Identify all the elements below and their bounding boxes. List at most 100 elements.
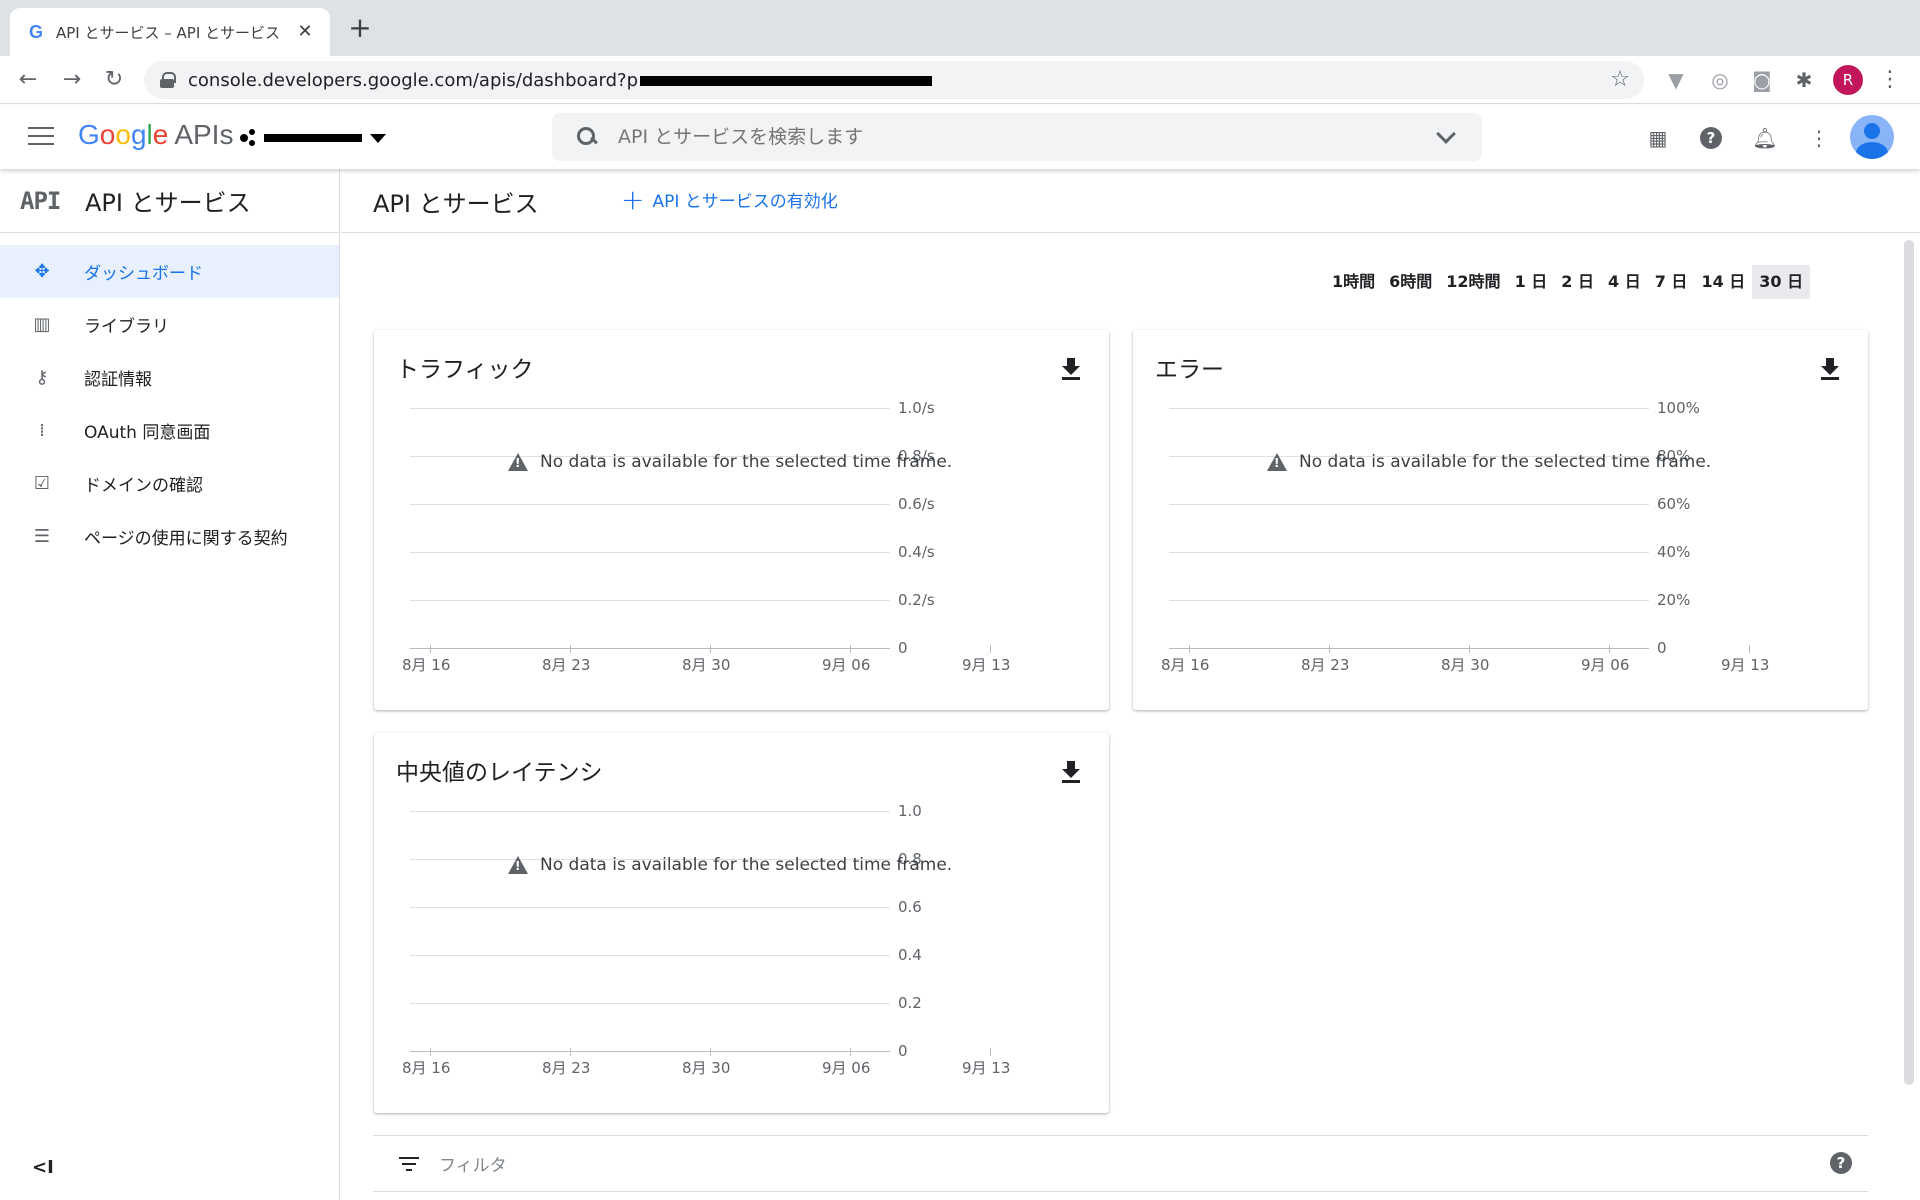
back-icon[interactable]: ← bbox=[14, 66, 42, 94]
time-range-selector: 1時間 6時間 12時間 1 日 2 日 4 日 7 日 14 日 30 日 bbox=[1325, 265, 1811, 299]
add-icon: + bbox=[621, 182, 645, 216]
sidebar-item-domain-verification[interactable]: ☑ ドメインの確認 bbox=[0, 457, 339, 510]
range-14d[interactable]: 14 日 bbox=[1694, 265, 1752, 299]
range-6h[interactable]: 6時間 bbox=[1382, 265, 1439, 299]
x-tick-mark bbox=[1189, 645, 1190, 653]
gridline bbox=[1169, 408, 1649, 409]
sidebar-item-credentials[interactable]: ⚷ 認証情報 bbox=[0, 351, 339, 404]
download-icon[interactable] bbox=[1820, 358, 1840, 380]
range-12h[interactable]: 12時間 bbox=[1439, 265, 1507, 299]
y-tick-label: 1.0 bbox=[898, 802, 922, 820]
api-search-bar[interactable] bbox=[552, 113, 1482, 161]
x-tick-mark bbox=[570, 645, 571, 653]
sidebar-title: API とサービス bbox=[85, 189, 251, 217]
camera-extension-icon[interactable]: ◎ bbox=[1708, 68, 1732, 92]
range-1h[interactable]: 1時間 bbox=[1325, 265, 1382, 299]
x-tick-label: 8月 16 bbox=[402, 656, 451, 674]
range-7d[interactable]: 7 日 bbox=[1648, 265, 1695, 299]
sidebar-nav: ✥ ダッシュボード ▥ ライブラリ ⚷ 認証情報 ⁞ OAuth 同意画面 ☑ … bbox=[0, 245, 339, 563]
screenshot-icon[interactable]: ◙ bbox=[1750, 68, 1774, 92]
warning-icon bbox=[508, 453, 528, 471]
lock-icon bbox=[160, 72, 176, 88]
search-icon bbox=[576, 126, 598, 148]
sidebar-item-label: 認証情報 bbox=[84, 370, 152, 390]
collapse-sidebar-icon[interactable]: <I bbox=[32, 1157, 54, 1178]
dashboard-icon: ✥ bbox=[34, 260, 50, 282]
x-tick-mark bbox=[1329, 645, 1330, 653]
tab-title: API とサービス – API とサービス bbox=[56, 23, 281, 42]
filter-bar[interactable]: フィルタ ? bbox=[373, 1135, 1868, 1192]
page-scrollbar[interactable] bbox=[1904, 240, 1914, 1085]
settings-list-icon: ☰ bbox=[33, 525, 51, 547]
extensions-puzzle-icon[interactable]: ✱ bbox=[1792, 68, 1816, 92]
x-tick-mark bbox=[990, 1048, 991, 1056]
sidebar-item-label: ページの使用に関する契約 bbox=[84, 529, 288, 549]
x-tick-mark bbox=[710, 1048, 711, 1056]
sidebar-item-label: ドメインの確認 bbox=[84, 476, 203, 496]
sidebar-item-dashboard[interactable]: ✥ ダッシュボード bbox=[0, 245, 339, 298]
range-30d[interactable]: 30 日 bbox=[1752, 265, 1811, 299]
browser-tab[interactable]: G API とサービス – API とサービス ✕ bbox=[10, 8, 330, 56]
help-icon[interactable]: ? bbox=[1830, 1152, 1852, 1174]
library-icon: ▥ bbox=[33, 313, 51, 335]
y-tick-label: 0.2/s bbox=[898, 591, 935, 609]
y-tick-label: 60% bbox=[1657, 495, 1691, 513]
x-tick-mark bbox=[570, 1048, 571, 1056]
sidebar-item-oauth-consent[interactable]: ⁞ OAuth 同意画面 bbox=[0, 404, 339, 457]
range-2d[interactable]: 2 日 bbox=[1554, 265, 1601, 299]
google-apis-logo[interactable]: Google APIs bbox=[78, 119, 233, 151]
gridline bbox=[410, 600, 890, 601]
range-4d[interactable]: 4 日 bbox=[1601, 265, 1648, 299]
download-icon[interactable] bbox=[1061, 358, 1081, 380]
y-tick-label: 40% bbox=[1657, 543, 1691, 561]
gridline bbox=[410, 1003, 890, 1004]
account-avatar[interactable] bbox=[1850, 115, 1894, 159]
sidebar-item-page-usage-agreements[interactable]: ☰ ページの使用に関する契約 bbox=[0, 510, 339, 563]
errors-chart-card: エラー 100% 80% 60% 40% 20% 0 8月 16 8月 23 8月 30 9月 0… bbox=[1133, 330, 1868, 710]
more-vert-icon[interactable]: ⋮ bbox=[1806, 125, 1832, 151]
browser-menu-icon[interactable]: ⋮ bbox=[1878, 65, 1902, 95]
bookmark-star-icon[interactable]: ☆ bbox=[1610, 67, 1630, 92]
x-tick-label: 8月 16 bbox=[402, 1059, 451, 1077]
sidebar-header: API API とサービス bbox=[0, 169, 339, 233]
reload-icon[interactable]: ↻ bbox=[100, 66, 128, 94]
x-tick-label: 8月 30 bbox=[682, 1059, 731, 1077]
no-data-message: No data is available for the selected ti… bbox=[1267, 452, 1711, 472]
forward-icon[interactable]: → bbox=[58, 66, 86, 94]
project-picker[interactable] bbox=[240, 125, 390, 151]
browser-tabstrip: G API とサービス – API とサービス ✕ + bbox=[0, 0, 1920, 56]
gridline bbox=[1169, 600, 1649, 601]
browser-toolbar: ← → ↻ console.developers.google.com/apis… bbox=[0, 56, 1920, 104]
x-tick-label: 8月 23 bbox=[1301, 656, 1350, 674]
chart-title: トラフィック bbox=[396, 357, 534, 383]
chevron-down-icon[interactable] bbox=[1434, 125, 1458, 149]
x-tick-mark bbox=[710, 645, 711, 653]
gridline bbox=[1169, 648, 1649, 649]
address-bar[interactable]: console.developers.google.com/apis/dashb… bbox=[144, 61, 1644, 99]
download-icon[interactable] bbox=[1061, 761, 1081, 783]
y-tick-label: 0.2 bbox=[898, 994, 922, 1012]
enable-apis-button[interactable]: + API とサービスの有効化 bbox=[621, 182, 838, 216]
x-tick-mark bbox=[1609, 645, 1610, 653]
x-tick-label: 8月 30 bbox=[1441, 656, 1490, 674]
chart-plot: 100% 80% 60% 40% 20% 0 8月 16 8月 23 8月 30 9月 06 9月 … bbox=[1161, 399, 1769, 674]
new-tab-button[interactable]: + bbox=[346, 14, 374, 42]
gridline bbox=[410, 811, 890, 812]
google-favicon-icon: G bbox=[28, 21, 43, 42]
menu-icon[interactable] bbox=[28, 127, 54, 147]
x-tick-label: 8月 23 bbox=[542, 1059, 591, 1077]
gridline bbox=[410, 504, 890, 505]
gridline bbox=[410, 552, 890, 553]
sidebar-item-label: ダッシュボード bbox=[84, 264, 203, 284]
gridline bbox=[410, 955, 890, 956]
range-1d[interactable]: 1 日 bbox=[1508, 265, 1555, 299]
vivaldi-extension-icon[interactable]: ▼ bbox=[1664, 68, 1688, 92]
gift-icon[interactable]: ▦ bbox=[1645, 125, 1671, 151]
browser-profile-avatar[interactable]: R bbox=[1833, 65, 1863, 95]
sidebar-item-library[interactable]: ▥ ライブラリ bbox=[0, 298, 339, 351]
tab-close-icon[interactable]: ✕ bbox=[294, 21, 316, 43]
search-input[interactable] bbox=[618, 126, 1434, 148]
help-icon[interactable]: ? bbox=[1700, 127, 1722, 149]
x-tick-label: 8月 16 bbox=[1161, 656, 1210, 674]
notifications-bell-icon[interactable]: 🔔︎ bbox=[1752, 125, 1778, 151]
